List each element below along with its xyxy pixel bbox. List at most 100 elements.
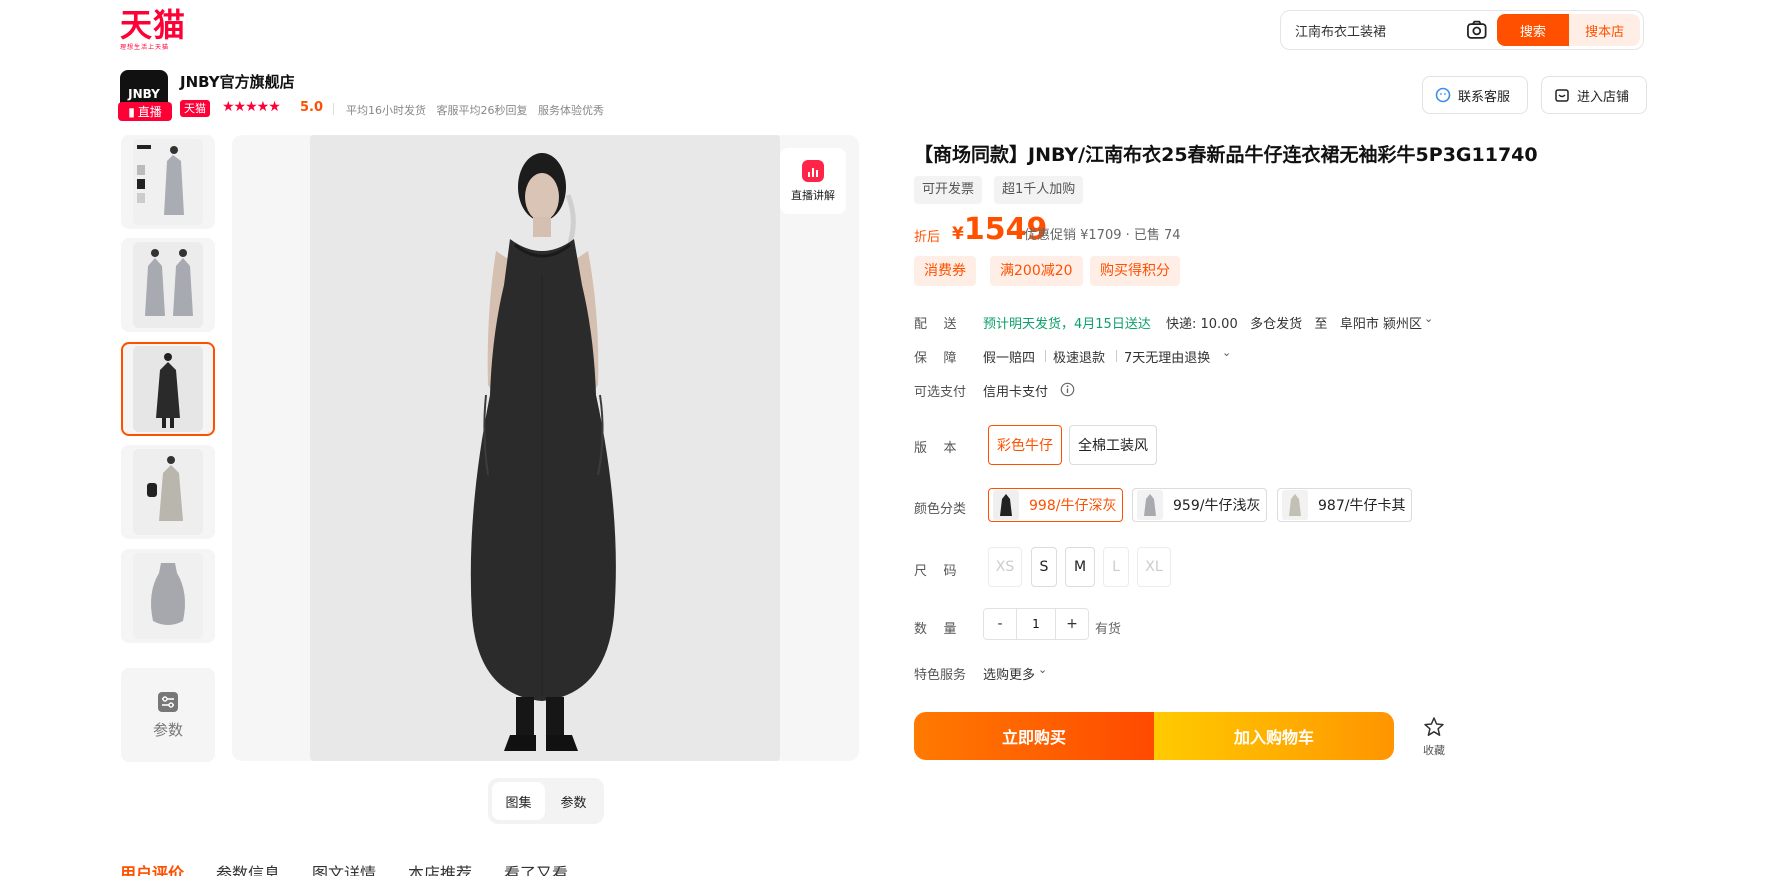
info-icon[interactable] bbox=[1060, 382, 1075, 397]
gallery-tabs: 图集 参数 bbox=[488, 778, 604, 824]
live-badge[interactable]: ▮ 直播 bbox=[118, 102, 172, 121]
thumbnail-3[interactable] bbox=[121, 342, 215, 436]
live-chart-icon bbox=[802, 159, 824, 182]
swatch-dark-grey bbox=[993, 490, 1019, 520]
thumbnail-image bbox=[133, 553, 203, 639]
model-in-dress-image bbox=[310, 135, 780, 761]
size-option-s[interactable]: S bbox=[1031, 547, 1057, 587]
version-option-color-denim[interactable]: 彩色牛仔 bbox=[988, 425, 1062, 465]
contact-service-button[interactable]: 联系客服 bbox=[1422, 76, 1528, 114]
thumbnail-image bbox=[133, 346, 203, 432]
color-label: 颜色分类 bbox=[914, 502, 967, 517]
payment-method: 信用卡支付 bbox=[983, 385, 1049, 400]
guarantee-fake: 假一赔四 bbox=[983, 351, 1036, 366]
tmall-logo[interactable]: 天猫 理想生活上天猫 bbox=[120, 6, 190, 56]
thumbnail-2[interactable] bbox=[121, 238, 215, 332]
search-button[interactable]: 搜索 bbox=[1496, 14, 1570, 46]
color-option-light-grey[interactable]: 959/牛仔浅灰 bbox=[1132, 488, 1268, 522]
size-option-xs[interactable]: XS bbox=[988, 547, 1022, 587]
divider bbox=[1116, 350, 1117, 362]
color-option-khaki[interactable]: 987/牛仔卡其 bbox=[1277, 488, 1413, 522]
special-service-label: 特色服务 bbox=[914, 668, 967, 683]
tab-store-recommend[interactable]: 本店推荐 bbox=[408, 860, 472, 876]
contact-service-label: 联系客服 bbox=[1458, 89, 1511, 105]
live-explain-label: 直播讲解 bbox=[791, 188, 835, 202]
color-option-label: 959/牛仔浅灰 bbox=[1173, 498, 1261, 514]
thumbnail-image bbox=[133, 242, 203, 328]
logo-slogan: 理想生活上天猫 bbox=[120, 44, 170, 51]
size-option-l[interactable]: L bbox=[1103, 547, 1129, 587]
star-icon bbox=[1424, 717, 1444, 736]
thumbnail-image bbox=[133, 139, 203, 225]
chevron-down-icon[interactable]: ⌄ bbox=[1222, 346, 1231, 359]
search-store-button[interactable]: 搜本店 bbox=[1569, 14, 1640, 46]
color-option-dark-grey[interactable]: 998/牛仔深灰 bbox=[988, 488, 1124, 522]
color-option-label: 987/牛仔卡其 bbox=[1318, 498, 1406, 514]
live-badge-label: 直播 bbox=[137, 105, 162, 119]
chevron-down-icon[interactable]: ⌄ bbox=[1038, 663, 1047, 676]
color-option-label: 998/牛仔深灰 bbox=[1029, 498, 1117, 514]
coupon-consumer[interactable]: 消费券 bbox=[914, 256, 976, 286]
swatch-light-grey bbox=[1137, 490, 1163, 520]
enter-store-label: 进入店铺 bbox=[1577, 89, 1630, 105]
thumbnail-1[interactable] bbox=[121, 135, 215, 229]
search-input[interactable] bbox=[1281, 11, 1465, 49]
special-service-more[interactable]: 选购更多 bbox=[983, 664, 1035, 683]
size-label: 尺 码 bbox=[914, 564, 957, 579]
thumbnail-5[interactable] bbox=[121, 549, 215, 643]
tmall-tag: 天猫 bbox=[180, 100, 210, 117]
store-meta: 平均16小时发货 客服平均26秒回复 服务体验优秀 bbox=[346, 104, 604, 117]
price-currency: ¥ bbox=[952, 224, 964, 244]
tab-gallery[interactable]: 图集 bbox=[492, 782, 545, 820]
guarantee-return[interactable]: 7天无理由退换 bbox=[1124, 347, 1210, 366]
favorite-label: 收藏 bbox=[1423, 744, 1445, 757]
quantity-input[interactable]: 1 bbox=[1016, 609, 1056, 639]
camera-icon[interactable] bbox=[1465, 18, 1489, 42]
divider bbox=[333, 103, 334, 115]
main-product-image[interactable] bbox=[310, 135, 780, 761]
tab-image-details[interactable]: 图文详情 bbox=[312, 860, 376, 876]
price-info: 优惠促销 ¥1709 · 已售 74 bbox=[1024, 228, 1181, 243]
search-bar: 搜索 搜本店 bbox=[1280, 10, 1644, 50]
enter-store-button[interactable]: 进入店铺 bbox=[1541, 76, 1647, 114]
rating-stars: ★★★★★ bbox=[222, 99, 281, 115]
tab-param-info[interactable]: 参数信息 bbox=[216, 860, 280, 876]
live-explain-button[interactable]: 直播讲解 bbox=[780, 148, 846, 214]
delivery-estimate: 预计明天发货，4月15日送达 bbox=[983, 317, 1151, 332]
size-option-xl[interactable]: XL bbox=[1137, 547, 1171, 587]
tag-invoice: 可开发票 bbox=[914, 176, 983, 204]
store-name[interactable]: JNBY官方旗舰店 bbox=[180, 71, 295, 92]
version-label: 版 本 bbox=[914, 441, 957, 456]
product-title: 【商场同款】JNBY/江南布衣25春新品牛仔连衣裙无袖彩牛5P3G11740 bbox=[914, 144, 1538, 166]
coupon-points[interactable]: 购买得积分 bbox=[1090, 256, 1180, 286]
quantity-increase-button[interactable]: + bbox=[1056, 609, 1088, 639]
service-icon bbox=[1435, 87, 1451, 103]
chevron-down-icon[interactable]: ⌄ bbox=[1424, 312, 1433, 325]
tag-cart-count: 超1千人加购 bbox=[994, 176, 1084, 204]
quantity-label: 数 量 bbox=[914, 622, 957, 637]
delivery-detail[interactable]: 快递: 10.00 多仓发货 至 阜阳市 颍州区 bbox=[1166, 313, 1422, 332]
thumbnail-image bbox=[133, 449, 203, 535]
live-bars-icon: ▮ bbox=[128, 104, 135, 119]
guarantee-label: 保 障 bbox=[914, 351, 957, 366]
favorite-button[interactable]: 收藏 bbox=[1414, 716, 1454, 758]
coupon-discount[interactable]: 满200减20 bbox=[990, 256, 1083, 286]
guarantee-refund: 极速退款 bbox=[1053, 351, 1106, 366]
thumbnail-4[interactable] bbox=[121, 445, 215, 539]
stock-status: 有货 bbox=[1095, 622, 1122, 637]
tab-also-viewed[interactable]: 看了又看 bbox=[504, 860, 568, 876]
add-to-cart-button[interactable]: 加入购物车 bbox=[1154, 712, 1394, 760]
buy-now-button[interactable]: 立即购买 bbox=[914, 712, 1154, 760]
version-option-cotton-workwear[interactable]: 全棉工装风 bbox=[1069, 425, 1157, 465]
param-thumbnail[interactable]: 参数 bbox=[121, 668, 215, 762]
quantity-stepper: - 1 + bbox=[983, 608, 1089, 640]
swatch-khaki bbox=[1282, 490, 1308, 520]
store-icon bbox=[1555, 89, 1569, 102]
tab-reviews[interactable]: 用户评价 bbox=[120, 860, 184, 876]
size-option-m[interactable]: M bbox=[1065, 547, 1095, 587]
quantity-decrease-button[interactable]: - bbox=[984, 609, 1016, 639]
tab-params[interactable]: 参数 bbox=[547, 782, 600, 820]
sliders-icon bbox=[158, 691, 178, 712]
rating-value: 5.0 bbox=[300, 100, 324, 115]
divider bbox=[1045, 350, 1046, 362]
